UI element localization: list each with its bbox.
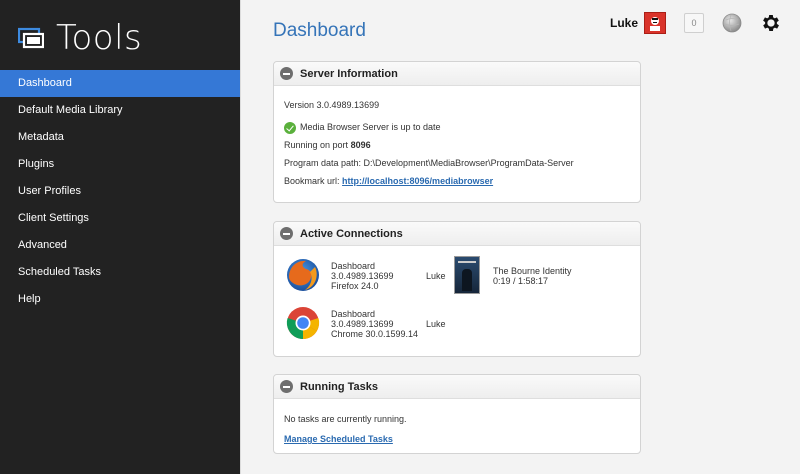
connection-app-version: 3.0.4989.13699 [331, 319, 394, 329]
manage-scheduled-tasks-link[interactable]: Manage Scheduled Tasks [284, 434, 393, 444]
user-name[interactable]: Luke [610, 16, 638, 30]
sidebar-item-client-settings[interactable]: Client Settings [0, 205, 240, 232]
now-playing-progress: 0:19 / 1:58:17 [493, 276, 549, 286]
header-actions: Luke 0 [610, 12, 782, 34]
server-status: Media Browser Server is up to date [284, 118, 630, 136]
notification-badge[interactable]: 0 [684, 13, 704, 33]
now-playing-info: The Bourne Identity 0:19 / 1:58:17 [493, 266, 572, 286]
brand-title: Tools [56, 18, 143, 58]
server-port: 8096 [350, 140, 371, 150]
connection-client: Chrome 30.0.1599.14 [331, 329, 419, 339]
sidebar-nav: Dashboard Default Media Library Metadata… [0, 70, 240, 313]
firefox-icon [287, 259, 319, 291]
running-tasks-message: No tasks are currently running. [284, 414, 407, 424]
now-playing-title: The Bourne Identity [493, 266, 572, 276]
bookmark-label: Bookmark url: [284, 176, 340, 186]
tools-logo-icon [18, 27, 44, 49]
server-version: Version 3.0.4989.13699 [284, 100, 380, 110]
server-information-title: Server Information [300, 67, 398, 80]
connection-app-version: 3.0.4989.13699 [331, 271, 394, 281]
collapse-icon[interactable] [280, 227, 293, 240]
main-content: Dashboard Luke 0 Server Information Vers… [240, 0, 800, 474]
connection-user: Luke [426, 271, 446, 281]
program-data-path: Program data path: D:\Development\MediaB… [284, 158, 574, 168]
running-tasks-title: Running Tasks [300, 380, 379, 393]
gear-icon[interactable] [760, 12, 782, 34]
connection-row: Dashboard 3.0.4989.13699 Chrome 30.0.159… [284, 302, 630, 350]
running-tasks-header[interactable]: Running Tasks [274, 375, 640, 399]
check-icon [284, 121, 296, 134]
server-information-panel: Server Information Version 3.0.4989.1369… [273, 61, 641, 203]
user-avatar-icon [650, 17, 660, 31]
connection-user: Luke [426, 319, 446, 329]
connection-client: Firefox 24.0 [331, 281, 379, 291]
globe-icon[interactable] [722, 13, 742, 33]
connection-app-name: Dashboard [331, 261, 376, 271]
now-playing-poster[interactable] [454, 256, 480, 294]
collapse-icon[interactable] [280, 380, 293, 393]
sidebar-item-advanced[interactable]: Advanced [0, 232, 240, 259]
running-tasks-panel: Running Tasks No tasks are currently run… [273, 374, 641, 454]
active-connections-header[interactable]: Active Connections [274, 222, 640, 246]
connection-row: Dashboard 3.0.4989.13699 Firefox 24.0 Lu… [284, 254, 630, 302]
server-port-label: Running on port [284, 140, 349, 150]
brand[interactable]: Tools [18, 18, 142, 58]
active-connections-title: Active Connections [300, 227, 403, 240]
server-information-header[interactable]: Server Information [274, 62, 640, 86]
sidebar-item-dashboard[interactable]: Dashboard [0, 70, 240, 97]
connection-app-name: Dashboard [331, 309, 376, 319]
sidebar-item-help[interactable]: Help [0, 286, 240, 313]
bookmark-line: Bookmark url: http://localhost:8096/medi… [284, 172, 630, 190]
bookmark-url-link[interactable]: http://localhost:8096/mediabrowser [342, 176, 493, 186]
server-port-line: Running on port 8096 [284, 136, 630, 154]
sidebar-item-plugins[interactable]: Plugins [0, 151, 240, 178]
chrome-icon [286, 307, 320, 339]
avatar[interactable] [644, 12, 666, 34]
sidebar-item-default-media-library[interactable]: Default Media Library [0, 97, 240, 124]
page-title: Dashboard [273, 20, 366, 41]
active-connections-panel: Active Connections Dashboard 3.0.4989.13… [273, 221, 641, 357]
sidebar-item-user-profiles[interactable]: User Profiles [0, 178, 240, 205]
collapse-icon[interactable] [280, 67, 293, 80]
connection-app-info: Dashboard 3.0.4989.13699 Chrome 30.0.159… [331, 309, 418, 339]
sidebar-item-scheduled-tasks[interactable]: Scheduled Tasks [0, 259, 240, 286]
sidebar-item-metadata[interactable]: Metadata [0, 124, 240, 151]
server-status-text: Media Browser Server is up to date [300, 122, 441, 132]
connection-app-info: Dashboard 3.0.4989.13699 Firefox 24.0 [331, 261, 394, 291]
sidebar: Tools Dashboard Default Media Library Me… [0, 0, 240, 474]
